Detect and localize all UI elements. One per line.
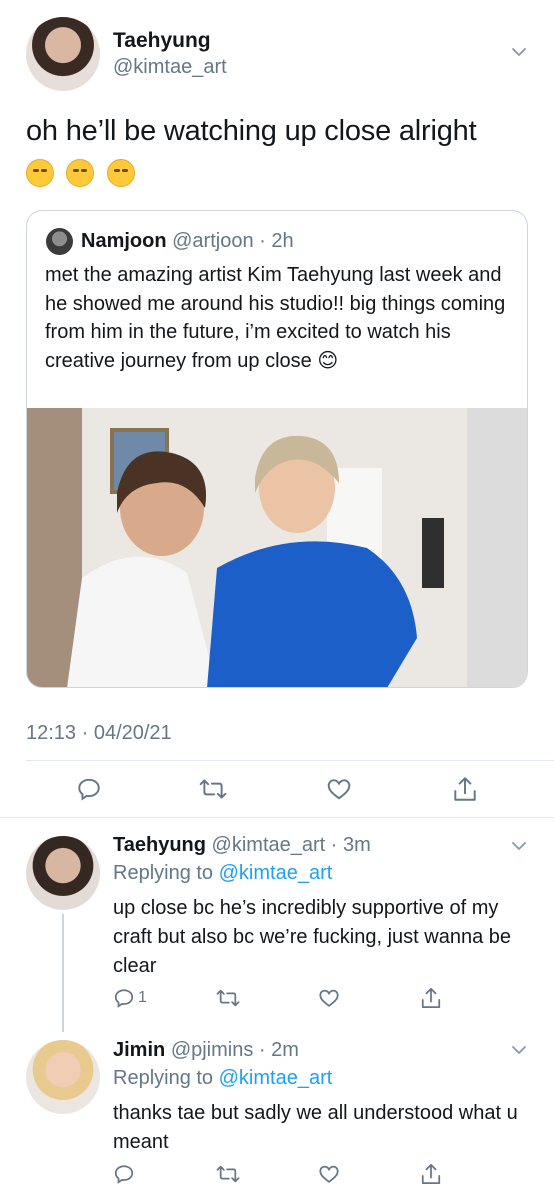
chevron-down-icon[interactable] [511,44,527,60]
replying-to-link[interactable]: @kimtae_art [219,1067,333,1089]
like-icon [319,1165,339,1183]
avatar[interactable] [26,1040,100,1114]
quoted-time: · 2h [259,230,294,252]
quoted-header: Namjoon @artjoon · 2h [81,230,294,253]
replying-to-label: Replying to [113,862,214,884]
like-icon [319,989,339,1007]
avatar[interactable] [26,17,100,91]
like-icon [327,779,351,800]
reply-icon [78,778,100,801]
reply-author-handle[interactable]: @kimtae_art [212,834,326,856]
reply-count: 1 [138,989,147,1006]
reply-author-name[interactable]: Taehyung [113,834,206,856]
quoted-author-name: Namjoon [81,230,167,252]
thread-line [62,914,64,1032]
reply-time: · 3m [330,834,371,856]
replying-to-link[interactable]: @kimtae_art [219,862,333,884]
reply-header: Jimin @pjimins · 2m [113,1039,299,1062]
quoted-tweet-text: met the amazing artist Kim Taehyung last… [45,264,506,372]
author-name[interactable]: Taehyung [113,29,211,53]
retweet-icon [216,989,240,1007]
like-button[interactable] [326,776,352,802]
reply-icon [114,989,134,1008]
quoted-avatar [46,228,73,255]
retweet-button[interactable] [216,987,240,1009]
reply-button[interactable] [76,776,102,802]
flushed-emoji [66,159,95,187]
quoted-photo[interactable] [27,408,527,687]
divider [26,760,554,761]
reply-text: thanks tae but sadly we all understood w… [113,1102,518,1153]
quoted-author-handle: @artjoon [172,230,254,252]
tweet-timestamp: 12:13 · 04/20/21 [26,722,172,744]
reply-header: Taehyung @kimtae_art · 3m [113,834,371,857]
replying-to: Replying to @kimtae_art [113,1067,332,1090]
share-button[interactable] [420,1162,442,1186]
reply-author-name[interactable]: Jimin [113,1039,165,1061]
chevron-down-icon[interactable] [511,1042,527,1058]
replying-to-label: Replying to [113,1067,214,1089]
retweet-icon [216,1165,240,1183]
tweet-text: oh he’ll be watching up close alright [26,115,477,147]
author-handle[interactable]: @kimtae_art [113,56,227,79]
drooling-emoji [106,159,135,187]
chevron-down-icon[interactable] [511,838,527,854]
share-icon [454,777,476,801]
reply-icon [114,1165,134,1184]
reply-button[interactable]: 1 [113,987,147,1009]
avatar[interactable] [26,836,100,910]
reply-text: up close bc he’s incredibly supportive o… [113,897,511,977]
retweet-button[interactable] [199,776,227,802]
like-button[interactable] [318,1163,340,1185]
like-button[interactable] [318,987,340,1009]
replying-to: Replying to @kimtae_art [113,862,332,885]
quoted-tweet-card[interactable]: Namjoon @artjoon · 2h met the amazing ar… [26,210,528,688]
divider [0,817,554,818]
share-button[interactable] [420,986,442,1010]
reply-author-handle[interactable]: @pjimins [171,1039,254,1061]
share-button[interactable] [452,775,478,803]
share-icon [421,987,441,1009]
reply-button[interactable] [113,1163,135,1185]
reply-time: · 2m [258,1039,299,1061]
retweet-icon [199,779,227,799]
retweet-button[interactable] [216,1163,240,1185]
share-icon [421,1163,441,1185]
emoji-row [26,159,143,192]
smirk-emoji [26,159,54,187]
